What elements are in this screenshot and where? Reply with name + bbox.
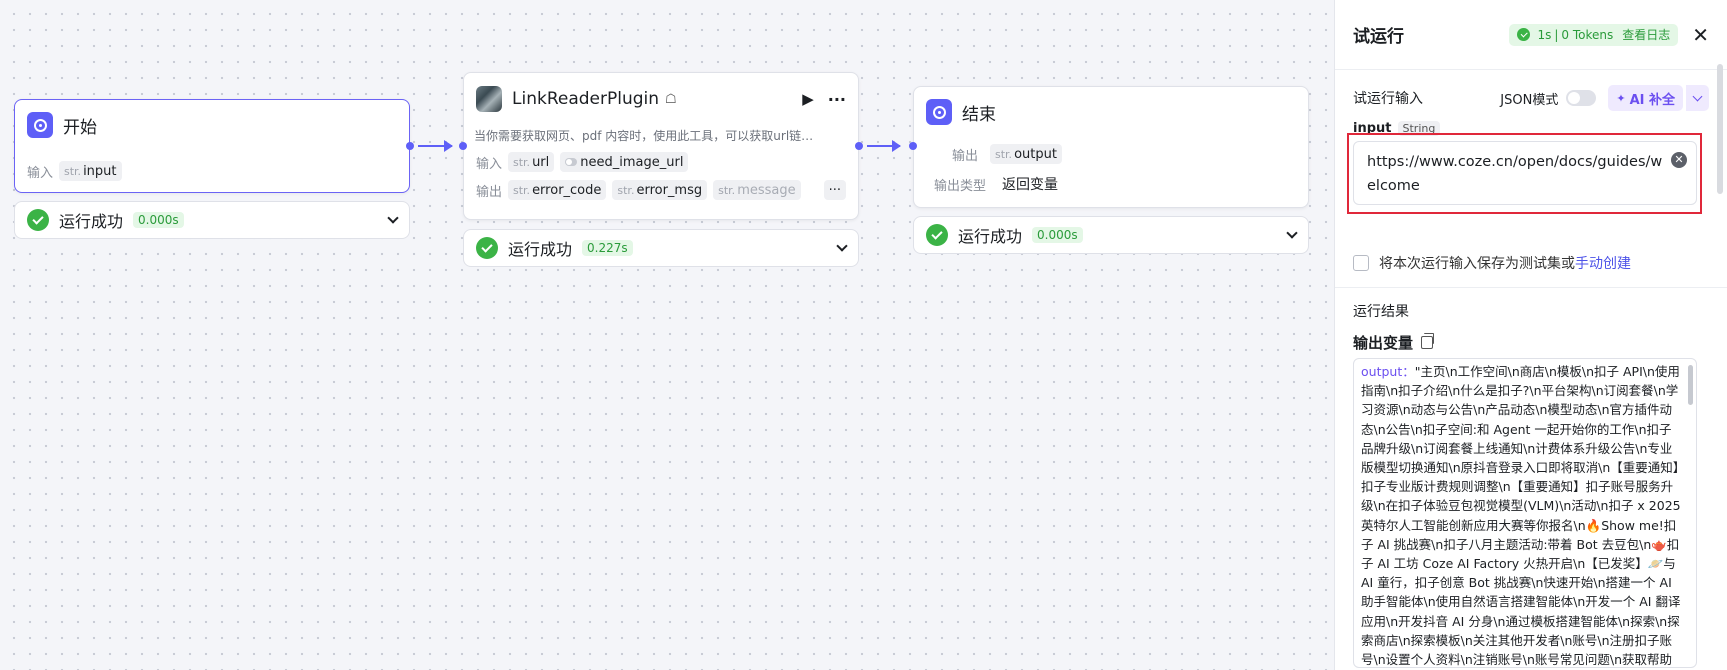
- chevron-down-icon[interactable]: [387, 211, 399, 224]
- success-check-icon: [1517, 28, 1531, 41]
- section-divider: [1335, 287, 1727, 288]
- end-node-header: 结束: [914, 87, 1308, 137]
- output-result-box[interactable]: output："主页\n工作空间\n商店\n模板\n扣子 API\n使用指南\n…: [1353, 358, 1697, 668]
- panel-title: 试运行: [1353, 27, 1404, 47]
- copy-icon[interactable]: [1421, 332, 1435, 349]
- plugin-status-text: 运行成功: [508, 240, 573, 259]
- connector-start-plugin: [418, 140, 453, 152]
- run-duration: 1s: [1537, 27, 1552, 42]
- input-section-header: 试运行输入 JSON模式 ✦ AI 补全: [1335, 84, 1727, 112]
- plugin-status-bar[interactable]: 运行成功 0.227s: [463, 229, 859, 267]
- ai-options-dropdown[interactable]: [1685, 85, 1709, 111]
- start-node[interactable]: 开始 输入 str. input: [14, 99, 410, 193]
- input-value-field[interactable]: https://www.coze.cn/open/docs/guides/wel…: [1353, 141, 1697, 205]
- plugin-input-url: str. url: [508, 152, 555, 172]
- end-status-text: 运行成功: [958, 227, 1023, 246]
- success-check-icon: [926, 224, 948, 246]
- plugin-time-badge: 0.227s: [582, 240, 633, 256]
- json-mode-label: JSON模式: [1500, 92, 1559, 108]
- chevron-down-icon[interactable]: [836, 239, 848, 252]
- panel-scrollbar[interactable]: [1717, 64, 1723, 194]
- ai-complete-button[interactable]: ✦ AI 补全: [1608, 85, 1683, 111]
- output-colon: ：: [1402, 364, 1415, 379]
- plugin-avatar: [476, 86, 502, 112]
- sparkle-icon: ✦: [1616, 91, 1626, 105]
- plugin-input-label: 输入: [476, 156, 503, 172]
- plugin-output-error-msg: str. error_msg: [612, 180, 708, 200]
- success-check-icon: [27, 209, 49, 231]
- output-vars-row: 输出变量: [1335, 331, 1451, 353]
- view-log-link[interactable]: 查看日志: [1622, 26, 1670, 43]
- end-output-kind-row: 输出类型 返回变量: [914, 171, 1308, 197]
- plugin-input-need-image: need_image_url: [560, 152, 689, 172]
- input-section-label: 试运行输入: [1353, 91, 1423, 107]
- result-section-header: 运行结果: [1335, 300, 1427, 322]
- plugin-input-port[interactable]: [459, 142, 467, 150]
- close-icon[interactable]: ✕: [1692, 25, 1709, 45]
- start-input-row: 输入 str. input: [15, 158, 409, 184]
- pill-separator: |: [1554, 27, 1559, 42]
- end-input-port[interactable]: [909, 142, 917, 150]
- plugin-description: 当你需要获取网页、pdf 内容时，使用此工具，可以获取url链…: [474, 129, 814, 143]
- manual-create-link[interactable]: 手动创建: [1575, 256, 1631, 272]
- end-status-bar[interactable]: 运行成功 0.000s: [913, 216, 1309, 254]
- end-icon: [926, 99, 952, 125]
- run-tokens: 0 Tokens: [1561, 27, 1614, 42]
- chevron-down-icon[interactable]: [1286, 226, 1298, 239]
- start-status-text: 运行成功: [59, 212, 124, 231]
- plugin-node[interactable]: LinkReaderPlugin ☖ ▶ ··· 当你需要获取网页、pdf 内容…: [463, 72, 859, 220]
- run-icon[interactable]: ▶: [802, 90, 814, 108]
- output-scrollbar[interactable]: [1688, 365, 1693, 405]
- plugin-output-row: 输出 str. error_code str. error_msg str. mess…: [464, 177, 858, 203]
- plugin-node-header: LinkReaderPlugin ☖ ▶ ···: [464, 73, 858, 125]
- end-node[interactable]: 结束 输出 str. output 输出类型 返回变量: [913, 86, 1309, 208]
- run-summary-pill: 1s | 0 Tokens 查看日志: [1509, 23, 1679, 46]
- robot-icon: ☖: [665, 91, 677, 107]
- output-key: output: [1361, 364, 1403, 379]
- output-value: "主页\n工作空间\n商店\n模板\n扣子 API\n使用指南\n扣子介绍\n什…: [1361, 364, 1681, 668]
- end-output-row: 输出 str. output: [914, 141, 1308, 167]
- end-time-badge: 0.000s: [1032, 227, 1083, 243]
- save-testset-checkbox[interactable]: [1353, 255, 1369, 271]
- more-icon[interactable]: ···: [828, 90, 846, 109]
- end-output-kind-label: 输出类型: [934, 178, 987, 194]
- start-input-tag: str. input: [59, 161, 122, 181]
- end-output-tag: str. output: [990, 144, 1062, 164]
- start-node-title: 开始: [63, 117, 97, 138]
- start-output-port[interactable]: [406, 142, 414, 150]
- start-node-header: 开始: [15, 100, 409, 150]
- panel-header: 试运行 1s | 0 Tokens 查看日志 ✕: [1335, 0, 1727, 70]
- plugin-output-port[interactable]: [855, 142, 863, 150]
- toggle-icon: [565, 158, 578, 166]
- success-check-icon: [476, 237, 498, 259]
- input-value-text: https://www.coze.cn/open/docs/guides/wel…: [1367, 154, 1663, 194]
- ai-complete-label: AI 补全: [1629, 92, 1675, 108]
- plugin-node-title: LinkReaderPlugin: [512, 89, 660, 109]
- end-output-label: 输出: [951, 148, 978, 164]
- end-output-kind: 返回变量: [1002, 177, 1058, 193]
- start-time-badge: 0.000s: [133, 212, 184, 228]
- output-vars-label: 输出变量: [1353, 333, 1414, 352]
- result-section-label: 运行结果: [1353, 304, 1409, 320]
- end-node-title: 结束: [962, 104, 996, 125]
- json-mode-switch[interactable]: [1566, 90, 1597, 106]
- save-testset-text: 将本次运行输入保存为测试集或手动创建: [1379, 256, 1631, 272]
- plugin-output-error-code: str. error_code: [508, 180, 607, 200]
- plugin-output-message: str. message: [713, 180, 801, 200]
- save-row: 将本次运行输入保存为测试集或手动创建: [1335, 253, 1649, 273]
- clear-icon[interactable]: ✕: [1671, 152, 1687, 168]
- start-status-bar[interactable]: 运行成功 0.000s: [14, 201, 410, 239]
- workflow-canvas[interactable]: 开始 输入 str. input 运行成功 0.000s LinkReaderPl…: [0, 0, 1335, 670]
- start-input-label: 输入: [27, 165, 54, 181]
- plugin-outputs-more[interactable]: ···: [823, 180, 846, 200]
- connector-plugin-end: [867, 140, 901, 152]
- plugin-output-label: 输出: [476, 184, 503, 200]
- plugin-input-row: 输入 str. url need_image_url: [464, 149, 858, 175]
- start-icon: [27, 112, 53, 138]
